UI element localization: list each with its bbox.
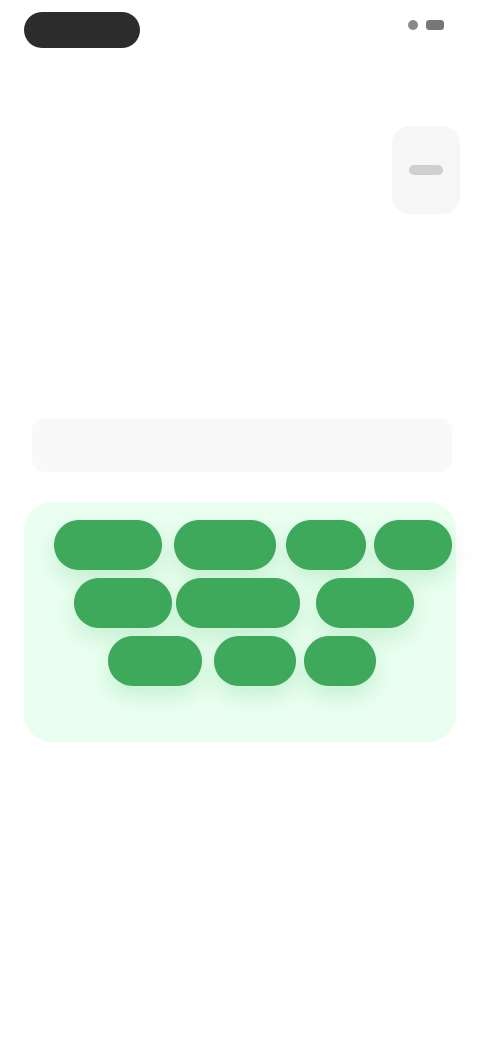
signal-icon — [408, 20, 418, 30]
chips-area — [24, 502, 456, 742]
chip-4[interactable] — [374, 520, 452, 570]
chip-5[interactable] — [74, 578, 172, 628]
chip-7[interactable] — [316, 578, 414, 628]
chip-10[interactable] — [304, 636, 376, 686]
search-input[interactable] — [48, 436, 436, 454]
chip-2[interactable] — [174, 520, 276, 570]
top-right-action-button[interactable] — [392, 126, 460, 214]
chip-9[interactable] — [214, 636, 296, 686]
battery-icon — [426, 20, 444, 30]
chip-3[interactable] — [286, 520, 366, 570]
chip-1[interactable] — [54, 520, 162, 570]
status-indicators — [408, 20, 452, 30]
chip-6[interactable] — [176, 578, 300, 628]
top-right-action-label — [409, 165, 443, 175]
search-field[interactable] — [32, 418, 452, 472]
chip-8[interactable] — [108, 636, 202, 686]
status-pill — [24, 12, 140, 48]
screen — [0, 0, 480, 1040]
